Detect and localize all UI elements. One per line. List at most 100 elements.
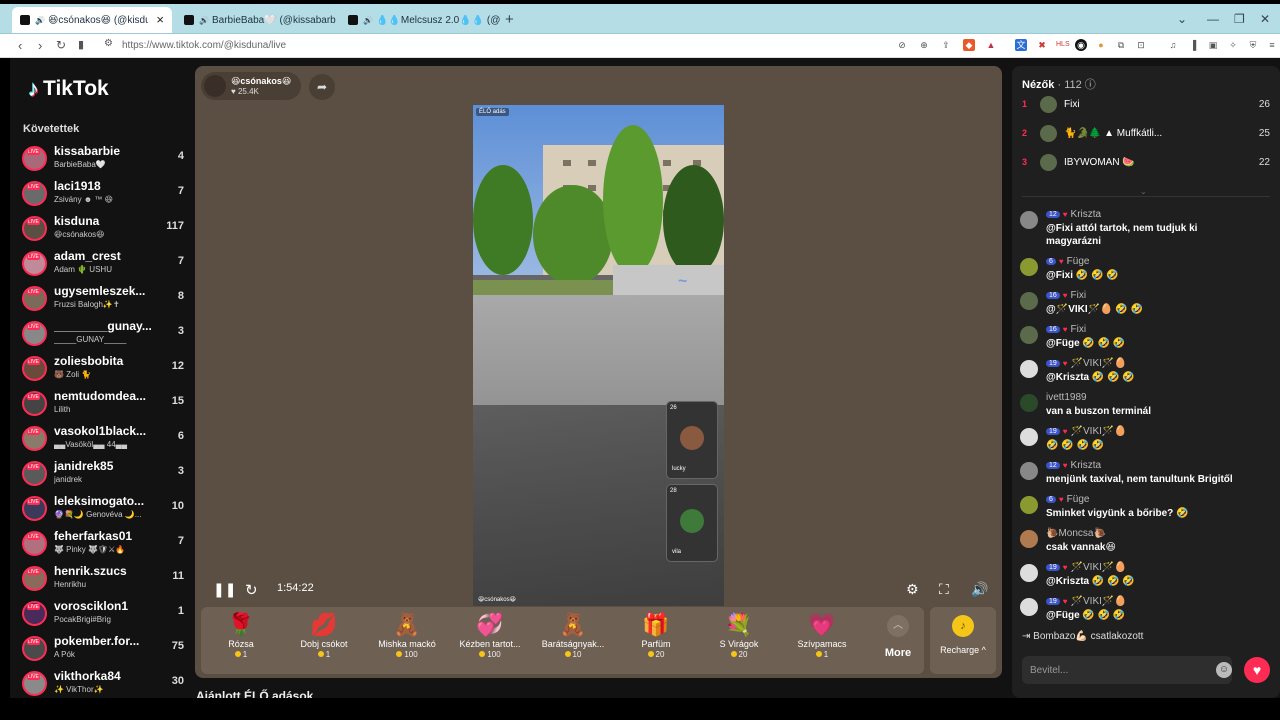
share-button[interactable]: ➦ [309,74,335,100]
top-viewer-row[interactable]: 2 🐈🐊🌲 ▲ Muffkátli... 25 [1022,123,1270,145]
volume-icon[interactable]: 🔊 [971,581,988,598]
sidebar-item-5[interactable]: LIVE ________gunay... _____GUNAY_____ 3 [22,319,192,353]
avatar[interactable] [1020,462,1038,480]
site-info-icon[interactable]: ⚙ [104,38,113,49]
rewards-icon[interactable]: ▲ [985,39,997,51]
brave-shield-icon[interactable]: ◆ [963,39,975,51]
gift-item[interactable]: 🌹 Rózsa 1 [201,611,281,671]
chevron-down-icon[interactable]: ⌄ [1140,187,1147,196]
refresh-icon[interactable]: ↻ [245,581,258,599]
translate-icon[interactable]: ⊘ [896,39,908,51]
recharge-button[interactable]: ♪ Recharge ^ [930,607,996,674]
close-window-icon[interactable]: ✕ [1260,12,1270,26]
avatar[interactable] [1020,360,1038,378]
chat-author[interactable]: 19 ♥ 🪄VIKI🪄🥚 [1046,426,1127,437]
info-icon[interactable]: ⓘ [1085,79,1096,91]
chat-author[interactable]: 19 ♥ 🪄VIKI🪄🥚 [1046,596,1127,607]
emoji-icon[interactable]: ☺ [1216,662,1232,678]
host-avatar[interactable] [204,75,226,97]
avatar[interactable] [1020,292,1038,310]
chat-author[interactable]: 🐌Moncsa🐌 [1046,528,1106,539]
leo-icon[interactable]: ✧ [1227,39,1239,51]
zoom-icon[interactable]: ⊕ [918,39,930,51]
back-icon[interactable]: ‹ [18,38,22,53]
screenshot-icon[interactable]: ⊡ [1135,39,1147,51]
sidebar-item-14[interactable]: LIVE pokember.for... A Pók 75 [22,634,192,668]
close-tab-icon[interactable]: × [156,12,164,27]
sidebar-item-1[interactable]: LIVE laci1918 Zsivány ☻ ™ 😆 7 [22,179,192,213]
music-icon[interactable]: ♫ [1167,39,1179,51]
avatar[interactable] [1020,394,1038,412]
sidebar-item-0[interactable]: LIVE kissabarbie BarbieBaba🤍 4 [22,144,192,178]
sidebar-item-2[interactable]: LIVE kisduna 😆csónakos😆 117 [22,214,192,248]
gift-item[interactable]: 🧸 Barátságnyak... 10 [533,611,613,671]
forward-icon[interactable]: › [38,38,42,53]
top-viewer-row[interactable]: 3 IBYWOMAN 🍉 22 [1022,152,1270,174]
chat-input[interactable] [1030,656,1200,684]
sidebar-item-9[interactable]: LIVE janidrek85 janidrek 3 [22,459,192,493]
avatar[interactable] [1020,326,1038,344]
menu-icon[interactable]: ≡ [1266,39,1278,51]
minimize-icon[interactable]: — [1207,12,1219,26]
chat-author[interactable]: 6 ♥ Füge [1046,494,1089,505]
chat-author[interactable]: 19 ♥ 🪄VIKI🪄🥚 [1046,358,1127,369]
sidebar-item-15[interactable]: LIVE vikthorka84 ✨ VikThor✨ 30 [22,669,192,698]
host-info[interactable]: 😆csónakos😆 ♥ 25.4K [201,72,301,100]
avatar[interactable] [1020,258,1038,276]
avatar[interactable] [1020,428,1038,446]
chat-author[interactable]: ivett1989 [1046,392,1087,403]
vpn-icon[interactable]: ⛨ [1247,39,1259,51]
pause-icon[interactable]: ❚❚ [213,581,236,598]
chat-author[interactable]: 16 ♥ Fixi [1046,324,1086,335]
tab-kisduna[interactable]: 🔊 😆csónakos😆 (@kisduna) é × [12,7,172,33]
gift-item[interactable]: 🎁 Parfüm 20 [616,611,696,671]
heart-icon[interactable]: ♥ [1244,657,1270,683]
sidebar-item-7[interactable]: LIVE nemtudomdea... Lilith 15 [22,389,192,423]
tiktok-logo[interactable]: ♪ TikTok [28,76,109,102]
extension-hls-icon[interactable]: HLS [1056,39,1070,51]
extensions-icon[interactable]: ⧉ [1115,39,1127,51]
gift-item[interactable]: 💐 S Virágok 20 [699,611,779,671]
avatar[interactable] [1020,598,1038,616]
sidebar-item-12[interactable]: LIVE henrik.szucs Henrikhu 11 [22,564,192,598]
avatar[interactable] [1020,530,1038,548]
fullscreen-icon[interactable]: ⛶ [939,581,949,598]
chat-author[interactable]: 12 ♥ Kriszta [1046,460,1101,471]
guest-tile[interactable]: 26 lucky [666,401,718,479]
tab-kissabarbie[interactable]: 🔊 BarbieBaba🤍 (@kissabarbie) ÉLŐ [176,7,336,33]
extension-dark-icon[interactable]: ◉ [1075,39,1087,51]
sidebar-toggle-icon[interactable]: ▐ [1187,39,1199,51]
chat-author[interactable]: 19 ♥ 🪄VIKI🪄🥚 [1046,562,1127,573]
extension-x-icon[interactable]: ✖ [1036,39,1048,51]
avatar[interactable] [1020,496,1038,514]
wallet-icon[interactable]: ▣ [1207,39,1219,51]
gift-item[interactable]: 💗 Szívpamacs 1 [782,611,862,671]
sidebar-item-11[interactable]: LIVE feherfarkas01 🐺 Pinky 🐺🛡⚔🔥 7 [22,529,192,563]
gift-item[interactable]: 💞 Kézben tartot... 100 [450,611,530,671]
sidebar-item-3[interactable]: LIVE adam_crest Adam 🌵 USHU 7 [22,249,192,283]
tab-melcsusz[interactable]: 🔊 💧💧Melcsusz 2.0💧💧 (@melcsu [340,7,500,33]
avatar[interactable] [1020,211,1038,229]
reload-icon[interactable]: ↻ [56,38,66,52]
sidebar-item-10[interactable]: LIVE leleksimogato... 🔮💐🌙 Genovéva 🌙... … [22,494,192,528]
sidebar-item-6[interactable]: LIVE zoliesbobita 🐻 Zoli 🐈 12 [22,354,192,388]
share-page-icon[interactable]: ⇪ [940,39,952,51]
gift-item[interactable]: 🧸 Mishka mackó 100 [367,611,447,671]
guest-tile[interactable]: 28 vila [666,484,718,562]
gift-item[interactable]: 💋 Dobj csókot 1 [284,611,364,671]
url-field[interactable]: https://www.tiktok.com/@kisduna/live [122,40,286,51]
avatar[interactable] [1020,564,1038,582]
settings-icon[interactable]: ⚙ [906,581,919,598]
restore-icon[interactable]: ❐ [1234,12,1245,26]
tab-list-icon[interactable]: ⌄ [1177,12,1187,26]
sidebar-item-4[interactable]: LIVE ugysemleszek... Fruzsi Balogh✨✝ 8 [22,284,192,318]
sidebar-item-13[interactable]: LIVE vorosciklon1 PocakBrigi#Brig 1 [22,599,192,633]
chat-author[interactable]: 16 ♥ Fixi [1046,290,1086,301]
sidebar-item-8[interactable]: LIVE vasokol1black... ▄▄Vasököl▄▄ 44▄▄ 6 [22,424,192,458]
chat-author[interactable]: 12 ♥ Kriszta [1046,209,1101,220]
extension-color-icon[interactable]: ● [1095,39,1107,51]
top-viewer-row[interactable]: 1 Fixi 26 [1022,94,1270,116]
chat-author[interactable]: 6 ♥ Füge [1046,256,1089,267]
more-gifts-button[interactable]: ︿ More [873,615,923,659]
new-tab-button[interactable]: + [505,11,514,28]
